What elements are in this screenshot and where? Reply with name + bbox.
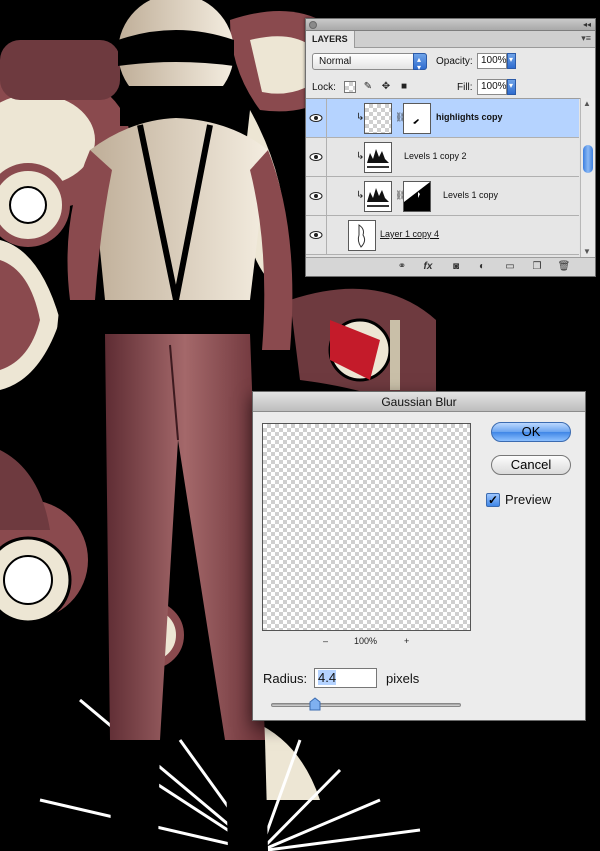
visibility-toggle[interactable] xyxy=(306,177,327,216)
radius-slider-thumb[interactable] xyxy=(308,697,322,711)
scroll-thumb[interactable] xyxy=(583,145,593,173)
radius-slider-track[interactable] xyxy=(271,703,461,707)
zoom-out-button[interactable]: – xyxy=(323,636,328,646)
layer-mask-thumbnail[interactable] xyxy=(403,103,431,134)
blend-opacity-row: Normal Opacity: 100% xyxy=(312,52,589,75)
cancel-button[interactable]: Cancel xyxy=(491,455,571,475)
layer-row[interactable]: Layer 1 copy 4 xyxy=(306,216,579,255)
panel-titlebar[interactable]: ◂◂ xyxy=(306,19,595,31)
adjustment-layer-icon[interactable]: ◐ xyxy=(475,261,489,273)
layer-thumbnail[interactable] xyxy=(364,103,392,134)
visibility-toggle[interactable] xyxy=(306,99,327,138)
zoom-level: 100% xyxy=(354,636,378,646)
fx-icon[interactable]: fx xyxy=(421,261,435,273)
layers-panel: ◂◂ LAYERS ▾≡ Normal Opacity: 100% Lock: … xyxy=(305,18,596,277)
layer-mask-thumbnail[interactable] xyxy=(403,181,431,212)
lock-all-icon[interactable]: ■ xyxy=(398,81,410,93)
layers-list: ↳ ⛓ highlights copy ↳ Levels 1 copy 2 ↳ xyxy=(306,98,595,257)
scroll-down-icon[interactable]: ▼ xyxy=(583,247,591,256)
panel-close-icon[interactable] xyxy=(309,21,317,29)
trash-icon[interactable]: 🗑 xyxy=(557,261,571,273)
layer-thumbnail[interactable] xyxy=(348,220,376,251)
new-layer-icon[interactable]: ❐ xyxy=(530,261,544,273)
layer-name: highlights copy xyxy=(436,112,503,122)
preview-checkbox[interactable]: ✓ xyxy=(486,493,500,507)
lock-fill-row: Lock: ✎ ✥ ■ Fill: 100% xyxy=(312,79,589,97)
lock-position-move-icon[interactable]: ✥ xyxy=(380,81,392,93)
zoom-in-button[interactable]: + xyxy=(404,636,409,646)
panel-menu-icon[interactable]: ▾≡ xyxy=(581,33,591,44)
preview-label: Preview xyxy=(505,492,552,507)
layer-row[interactable]: ↳ ⛓ Levels 1 copy xyxy=(306,177,579,216)
group-folder-icon[interactable]: ▭ xyxy=(503,261,517,273)
layer-row[interactable]: ↳ ⛓ highlights copy xyxy=(306,99,579,138)
blur-preview-area[interactable] xyxy=(262,423,471,631)
dialog-title: Gaussian Blur xyxy=(253,392,585,412)
layer-name: Levels 1 copy 2 xyxy=(404,151,467,161)
tab-layers[interactable]: LAYERS xyxy=(306,31,355,48)
layer-row[interactable]: ↳ Levels 1 copy 2 xyxy=(306,138,579,177)
layers-scrollbar[interactable]: ▲ ▼ xyxy=(580,98,595,257)
eye-icon xyxy=(309,192,323,200)
layer-name: Layer 1 copy 4 xyxy=(380,229,440,239)
panel-tabbar: LAYERS ▾≡ xyxy=(306,31,595,48)
radius-field[interactable]: 4.4 xyxy=(314,668,377,688)
panel-collapse-icon[interactable]: ◂◂ xyxy=(583,19,591,31)
levels-adjustment-thumbnail[interactable] xyxy=(364,181,392,212)
fill-field[interactable]: 100% xyxy=(477,79,507,95)
blend-mode-value: Normal xyxy=(319,56,352,67)
fill-dropdown-icon[interactable] xyxy=(507,79,516,95)
blend-mode-select[interactable]: Normal xyxy=(312,52,427,75)
ok-button[interactable]: OK xyxy=(491,422,571,442)
eye-icon xyxy=(309,153,323,161)
select-stepper-icon xyxy=(413,52,427,75)
eye-icon xyxy=(309,231,323,239)
eye-icon xyxy=(309,114,323,122)
opacity-dropdown-icon[interactable] xyxy=(507,53,516,69)
radius-label: Radius: xyxy=(263,671,308,686)
lock-label: Lock: xyxy=(312,82,336,93)
panel-footer-toolbar: ⚭ fx ◙ ◐ ▭ ❐ 🗑 xyxy=(306,257,595,276)
layer-name: Levels 1 copy xyxy=(443,190,499,200)
add-mask-icon[interactable]: ◙ xyxy=(449,261,463,273)
pixels-unit-label: pixels xyxy=(386,671,420,686)
opacity-field[interactable]: 100% xyxy=(477,53,507,69)
visibility-toggle[interactable] xyxy=(306,216,327,255)
lock-transparency-icon[interactable] xyxy=(344,81,356,93)
opacity-label: Opacity: xyxy=(436,56,473,67)
levels-adjustment-thumbnail[interactable] xyxy=(364,142,392,173)
radius-value: 4.4 xyxy=(318,670,337,685)
fill-label: Fill: xyxy=(457,82,473,93)
link-layers-icon[interactable]: ⚭ xyxy=(395,261,409,273)
lock-pixels-brush-icon[interactable]: ✎ xyxy=(362,81,374,93)
gaussian-blur-dialog: Gaussian Blur – 100% + OK Cancel ✓ Previ… xyxy=(252,391,586,721)
visibility-toggle[interactable] xyxy=(306,138,327,177)
scroll-up-icon[interactable]: ▲ xyxy=(583,99,591,108)
